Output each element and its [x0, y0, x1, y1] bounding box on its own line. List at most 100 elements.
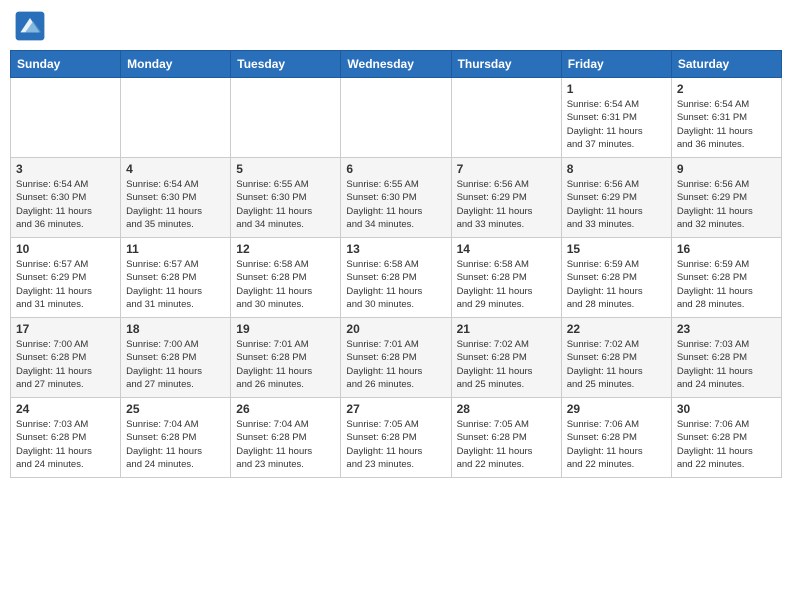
- calendar-cell: 21 Sunrise: 7:02 AM Sunset: 6:28 PM Dayli…: [451, 318, 561, 398]
- day-info: Sunrise: 7:03 AM Sunset: 6:28 PM Dayligh…: [677, 338, 776, 391]
- day-number: 19: [236, 322, 335, 336]
- day-number: 16: [677, 242, 776, 256]
- calendar-cell: 13 Sunrise: 6:58 AM Sunset: 6:28 PM Dayli…: [341, 238, 451, 318]
- calendar-cell: 20 Sunrise: 7:01 AM Sunset: 6:28 PM Dayli…: [341, 318, 451, 398]
- day-info: Sunrise: 7:04 AM Sunset: 6:28 PM Dayligh…: [126, 418, 225, 471]
- calendar-cell: 6 Sunrise: 6:55 AM Sunset: 6:30 PM Daylig…: [341, 158, 451, 238]
- day-info: Sunrise: 7:01 AM Sunset: 6:28 PM Dayligh…: [346, 338, 445, 391]
- day-number: 21: [457, 322, 556, 336]
- day-number: 18: [126, 322, 225, 336]
- calendar-cell: 19 Sunrise: 7:01 AM Sunset: 6:28 PM Dayli…: [231, 318, 341, 398]
- calendar-cell: 4 Sunrise: 6:54 AM Sunset: 6:30 PM Daylig…: [121, 158, 231, 238]
- weekday-header-wednesday: Wednesday: [341, 51, 451, 78]
- day-number: 30: [677, 402, 776, 416]
- day-number: 1: [567, 82, 666, 96]
- day-number: 13: [346, 242, 445, 256]
- day-number: 17: [16, 322, 115, 336]
- day-number: 6: [346, 162, 445, 176]
- calendar-cell: 8Sunrise: 6:56 AM Sunset: 6:29 PM Daylig…: [561, 158, 671, 238]
- day-info: Sunrise: 6:58 AM Sunset: 6:28 PM Dayligh…: [236, 258, 335, 311]
- day-info: Sunrise: 6:59 AM Sunset: 6:28 PM Dayligh…: [567, 258, 666, 311]
- calendar-cell: 26 Sunrise: 7:04 AM Sunset: 6:28 PM Dayli…: [231, 398, 341, 478]
- day-number: 14: [457, 242, 556, 256]
- day-info: Sunrise: 6:56 AM Sunset: 6:29 PM Dayligh…: [457, 178, 556, 231]
- calendar-cell: [11, 78, 121, 158]
- day-info: Sunrise: 6:55 AM Sunset: 6:30 PM Dayligh…: [236, 178, 335, 231]
- calendar-cell: [341, 78, 451, 158]
- calendar-cell: 29 Sunrise: 7:06 AM Sunset: 6:28 PM Dayli…: [561, 398, 671, 478]
- day-info: Sunrise: 7:05 AM Sunset: 6:28 PM Dayligh…: [457, 418, 556, 471]
- day-number: 10: [16, 242, 115, 256]
- day-info: Sunrise: 7:03 AM Sunset: 6:28 PM Dayligh…: [16, 418, 115, 471]
- day-info: Sunrise: 7:02 AM Sunset: 6:28 PM Dayligh…: [567, 338, 666, 391]
- calendar-cell: [231, 78, 341, 158]
- calendar-cell: 10 Sunrise: 6:57 AM Sunset: 6:29 PM Dayli…: [11, 238, 121, 318]
- day-number: 11: [126, 242, 225, 256]
- weekday-header-sunday: Sunday: [11, 51, 121, 78]
- day-info: Sunrise: 7:06 AM Sunset: 6:28 PM Dayligh…: [677, 418, 776, 471]
- calendar-cell: 12 Sunrise: 6:58 AM Sunset: 6:28 PM Dayli…: [231, 238, 341, 318]
- day-info: Sunrise: 6:57 AM Sunset: 6:29 PM Dayligh…: [16, 258, 115, 311]
- day-info: Sunrise: 6:54 AM Sunset: 6:31 PM Dayligh…: [567, 98, 666, 151]
- calendar-cell: [121, 78, 231, 158]
- page-header: [10, 10, 782, 42]
- calendar-cell: 1 Sunrise: 6:54 AM Sunset: 6:31 PM Daylig…: [561, 78, 671, 158]
- day-info: Sunrise: 6:54 AM Sunset: 6:30 PM Dayligh…: [126, 178, 225, 231]
- calendar-cell: 23Sunrise: 7:03 AM Sunset: 6:28 PM Dayli…: [671, 318, 781, 398]
- calendar-cell: 11 Sunrise: 6:57 AM Sunset: 6:28 PM Dayli…: [121, 238, 231, 318]
- day-info: Sunrise: 7:02 AM Sunset: 6:28 PM Dayligh…: [457, 338, 556, 391]
- day-number: 7: [457, 162, 556, 176]
- day-info: Sunrise: 6:59 AM Sunset: 6:28 PM Dayligh…: [677, 258, 776, 311]
- day-number: 24: [16, 402, 115, 416]
- day-info: Sunrise: 6:55 AM Sunset: 6:30 PM Dayligh…: [346, 178, 445, 231]
- calendar-cell: 18 Sunrise: 7:00 AM Sunset: 6:28 PM Dayli…: [121, 318, 231, 398]
- weekday-header-monday: Monday: [121, 51, 231, 78]
- calendar-cell: 16 Sunrise: 6:59 AM Sunset: 6:28 PM Dayli…: [671, 238, 781, 318]
- day-number: 12: [236, 242, 335, 256]
- day-info: Sunrise: 7:00 AM Sunset: 6:28 PM Dayligh…: [16, 338, 115, 391]
- calendar-cell: 22 Sunrise: 7:02 AM Sunset: 6:28 PM Dayli…: [561, 318, 671, 398]
- day-info: Sunrise: 7:01 AM Sunset: 6:28 PM Dayligh…: [236, 338, 335, 391]
- weekday-header-thursday: Thursday: [451, 51, 561, 78]
- calendar-cell: 17 Sunrise: 7:00 AM Sunset: 6:28 PM Dayli…: [11, 318, 121, 398]
- day-number: 2: [677, 82, 776, 96]
- calendar-cell: 9Sunrise: 6:56 AM Sunset: 6:29 PM Daylig…: [671, 158, 781, 238]
- day-number: 4: [126, 162, 225, 176]
- day-number: 27: [346, 402, 445, 416]
- day-number: 25: [126, 402, 225, 416]
- calendar-cell: 2Sunrise: 6:54 AM Sunset: 6:31 PM Daylig…: [671, 78, 781, 158]
- day-info: Sunrise: 7:06 AM Sunset: 6:28 PM Dayligh…: [567, 418, 666, 471]
- day-info: Sunrise: 7:04 AM Sunset: 6:28 PM Dayligh…: [236, 418, 335, 471]
- calendar-week-3: 10 Sunrise: 6:57 AM Sunset: 6:29 PM Dayli…: [11, 238, 782, 318]
- calendar-cell: 30 Sunrise: 7:06 AM Sunset: 6:28 PM Dayli…: [671, 398, 781, 478]
- calendar-week-4: 17 Sunrise: 7:00 AM Sunset: 6:28 PM Dayli…: [11, 318, 782, 398]
- day-info: Sunrise: 6:57 AM Sunset: 6:28 PM Dayligh…: [126, 258, 225, 311]
- calendar-week-5: 24 Sunrise: 7:03 AM Sunset: 6:28 PM Dayli…: [11, 398, 782, 478]
- day-info: Sunrise: 6:58 AM Sunset: 6:28 PM Dayligh…: [457, 258, 556, 311]
- calendar-body: 1 Sunrise: 6:54 AM Sunset: 6:31 PM Daylig…: [11, 78, 782, 478]
- calendar-cell: 3 Sunrise: 6:54 AM Sunset: 6:30 PM Daylig…: [11, 158, 121, 238]
- calendar-cell: 7 Sunrise: 6:56 AM Sunset: 6:29 PM Daylig…: [451, 158, 561, 238]
- day-info: Sunrise: 6:56 AM Sunset: 6:29 PM Dayligh…: [677, 178, 776, 231]
- day-number: 20: [346, 322, 445, 336]
- calendar-header: SundayMondayTuesdayWednesdayThursdayFrid…: [11, 51, 782, 78]
- day-number: 28: [457, 402, 556, 416]
- day-number: 26: [236, 402, 335, 416]
- day-info: Sunrise: 6:58 AM Sunset: 6:28 PM Dayligh…: [346, 258, 445, 311]
- calendar-cell: 27Sunrise: 7:05 AM Sunset: 6:28 PM Dayli…: [341, 398, 451, 478]
- day-info: Sunrise: 7:00 AM Sunset: 6:28 PM Dayligh…: [126, 338, 225, 391]
- calendar-cell: 5 Sunrise: 6:55 AM Sunset: 6:30 PM Daylig…: [231, 158, 341, 238]
- weekday-header-tuesday: Tuesday: [231, 51, 341, 78]
- day-number: 3: [16, 162, 115, 176]
- day-number: 29: [567, 402, 666, 416]
- weekday-header-friday: Friday: [561, 51, 671, 78]
- day-number: 22: [567, 322, 666, 336]
- logo-icon: [14, 10, 46, 42]
- calendar-cell: 15 Sunrise: 6:59 AM Sunset: 6:28 PM Dayli…: [561, 238, 671, 318]
- day-number: 8: [567, 162, 666, 176]
- day-number: 5: [236, 162, 335, 176]
- calendar: SundayMondayTuesdayWednesdayThursdayFrid…: [10, 50, 782, 478]
- day-number: 15: [567, 242, 666, 256]
- calendar-cell: [451, 78, 561, 158]
- day-info: Sunrise: 6:54 AM Sunset: 6:30 PM Dayligh…: [16, 178, 115, 231]
